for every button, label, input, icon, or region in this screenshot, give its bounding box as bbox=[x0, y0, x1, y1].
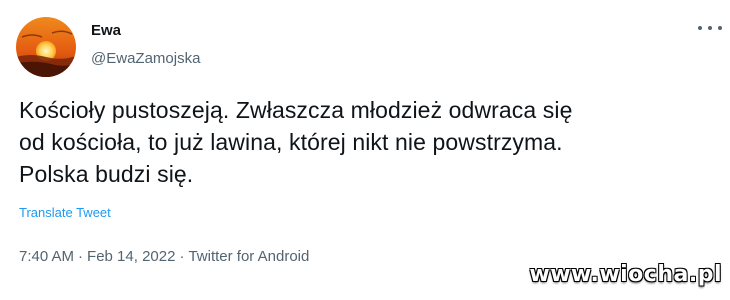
tweet-text: Kościoły pustoszeją. Zwłaszcza młodzież … bbox=[19, 94, 719, 190]
more-dot bbox=[708, 26, 712, 30]
translate-tweet-link[interactable]: Translate Tweet bbox=[19, 205, 111, 220]
more-dot bbox=[718, 26, 722, 30]
more-options-icon[interactable] bbox=[698, 20, 722, 36]
meta-separator: · bbox=[78, 248, 84, 265]
more-dot bbox=[698, 26, 702, 30]
tweet-source[interactable]: Twitter for Android bbox=[188, 248, 309, 265]
tweet-text-line: Polska budzi się. bbox=[19, 161, 194, 187]
watermark: www.wiocha.pl bbox=[529, 262, 722, 287]
tweet-card: Ewa @EwaZamojska Kościoły pustoszeją. Zw… bbox=[0, 0, 730, 300]
tweet-text-line: Kościoły pustoszeją. Zwłaszcza młodzież … bbox=[19, 97, 573, 123]
avatar[interactable] bbox=[16, 17, 76, 77]
user-handle[interactable]: @EwaZamojska bbox=[91, 50, 200, 67]
sunset-avatar-image bbox=[16, 17, 76, 77]
tweet-text-line: od kościoła, to już lawina, której nikt … bbox=[19, 129, 563, 155]
tweet-time[interactable]: 7:40 AM bbox=[19, 248, 74, 265]
tweet-meta: 7:40 AM · Feb 14, 2022 · Twitter for Android bbox=[19, 248, 309, 265]
display-name[interactable]: Ewa bbox=[91, 22, 121, 39]
meta-separator: · bbox=[179, 248, 185, 265]
tweet-date[interactable]: Feb 14, 2022 bbox=[87, 248, 175, 265]
